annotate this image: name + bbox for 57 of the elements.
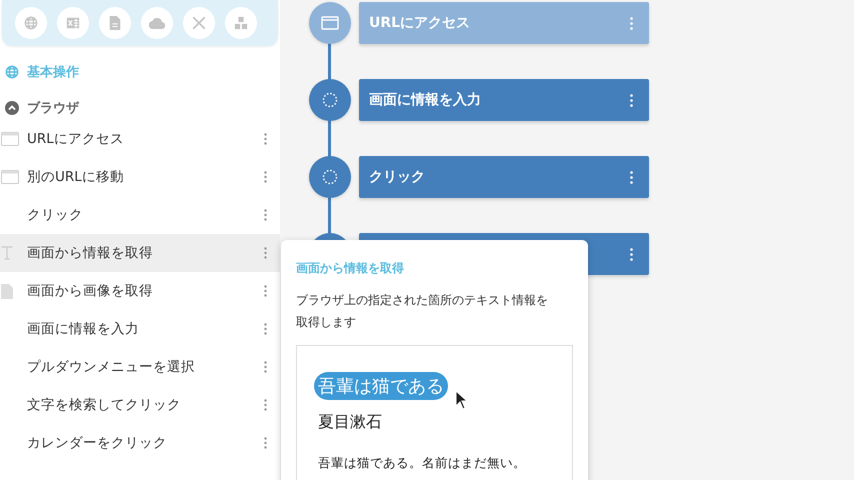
category-button[interactable] xyxy=(15,7,47,39)
more-icon[interactable] xyxy=(264,133,267,145)
category-title: 基本操作 xyxy=(27,64,79,81)
cursor-icon xyxy=(455,390,469,410)
more-icon[interactable] xyxy=(630,248,633,260)
dotted-circle-icon xyxy=(322,92,338,108)
globe-icon xyxy=(5,65,19,79)
category-button[interactable] xyxy=(225,7,257,39)
action-item[interactable]: 画面から画像を取得 xyxy=(0,272,280,310)
author-text: 夏目漱石 xyxy=(317,412,383,433)
cloud-icon xyxy=(149,18,165,28)
more-icon[interactable] xyxy=(630,94,633,106)
globe-icon xyxy=(24,16,38,30)
action-item[interactable]: URLにアクセス xyxy=(0,120,280,158)
tools-icon xyxy=(192,16,206,30)
step-card[interactable]: 画面に情報を入力 xyxy=(359,79,649,121)
popover-title: 画面から情報を取得 xyxy=(296,260,405,277)
more-icon[interactable] xyxy=(264,361,267,373)
text-icon xyxy=(1,246,13,260)
step-title: URLにアクセス xyxy=(369,14,472,32)
more-icon[interactable] xyxy=(264,399,267,411)
action-item[interactable]: 文字を検索してクリック xyxy=(0,386,280,424)
dotted-circle-icon xyxy=(322,169,338,185)
category-button[interactable] xyxy=(99,7,131,39)
file-icon xyxy=(1,284,13,298)
action-item[interactable]: プルダウンメニューを選択 xyxy=(0,348,280,386)
blocks-icon xyxy=(234,16,248,30)
action-item[interactable]: 画面から情報を取得 xyxy=(0,234,280,272)
more-icon[interactable] xyxy=(264,437,267,449)
action-item[interactable]: カレンダーをクリック xyxy=(0,424,280,462)
category-button[interactable] xyxy=(57,7,89,39)
action-item[interactable]: 別のURLに移動 xyxy=(0,158,280,196)
spreadsheet-icon xyxy=(66,16,80,30)
action-item[interactable]: 画面に情報を入力 xyxy=(0,310,280,348)
category-button[interactable] xyxy=(183,7,215,39)
highlighted-text: 吾輩は猫である xyxy=(314,372,448,400)
popover-description: ブラウザ上の指定された箇所のテキスト情報を取得します xyxy=(296,292,549,331)
step-node[interactable] xyxy=(309,2,351,44)
more-icon[interactable] xyxy=(264,323,267,335)
step-node[interactable] xyxy=(309,79,351,121)
body-text: 吾輩は猫である。名前はまだ無い。 xyxy=(317,455,527,472)
more-icon[interactable] xyxy=(630,16,633,30)
more-icon[interactable] xyxy=(264,171,267,183)
chevron-icon[interactable] xyxy=(5,101,19,115)
group-title: ブラウザ xyxy=(27,100,79,117)
more-icon[interactable] xyxy=(264,247,267,259)
step-node[interactable] xyxy=(309,156,351,198)
more-icon[interactable] xyxy=(630,170,633,184)
step-card[interactable]: クリック xyxy=(359,156,649,198)
more-icon[interactable] xyxy=(264,285,267,297)
more-icon[interactable] xyxy=(264,209,267,221)
step-title: 画面に情報を入力 xyxy=(369,91,482,109)
browser-window-icon xyxy=(321,16,339,30)
category-button[interactable] xyxy=(141,7,173,39)
step-title: クリック xyxy=(369,168,426,186)
document-icon xyxy=(109,16,121,30)
action-item[interactable]: クリック xyxy=(0,196,280,234)
